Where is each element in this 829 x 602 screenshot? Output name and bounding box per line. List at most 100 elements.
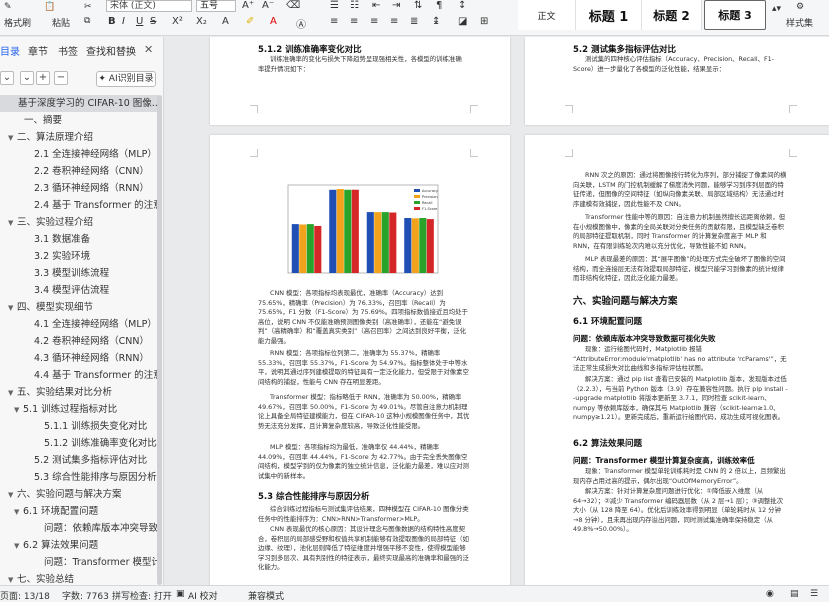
style-heading-2[interactable]: 标题 2 [642, 0, 702, 30]
toc-item[interactable]: 问题：依赖库版本冲突导致... [0, 520, 158, 537]
distribute-icon[interactable]: ≣ [410, 16, 418, 27]
toc-item[interactable]: 基于深度学习的 CIFAR-10 图像... [0, 95, 158, 112]
remove-heading-icon[interactable]: − [54, 71, 68, 85]
cut-icon[interactable]: ✂ [84, 2, 92, 12]
highlight-icon[interactable]: ✐ [246, 16, 254, 27]
chevron-down-icon[interactable]: ▼ [14, 538, 23, 554]
style-heading-3[interactable]: 标题 3 [704, 0, 766, 30]
toc-item[interactable]: 2.3 循环神经网络（RNN） [0, 180, 158, 197]
copy-icon[interactable]: ⧉ [84, 16, 90, 26]
clear-format-icon[interactable]: ⌫ [286, 0, 300, 11]
sort-icon[interactable]: ⇅ [414, 0, 422, 11]
chevron-down-icon[interactable]: ▼ [8, 487, 17, 503]
nav-scrollbar[interactable] [157, 95, 162, 585]
subscript-icon[interactable]: X₂ [196, 16, 207, 27]
close-icon[interactable]: ✕ [144, 43, 153, 56]
paste-icon[interactable]: 📋 [44, 2, 55, 12]
chevron-down-icon[interactable]: ▼ [8, 215, 17, 231]
underline-icon[interactable]: U [136, 16, 143, 27]
ai-check-button[interactable]: AI 校对 [188, 589, 218, 602]
toc-item[interactable]: ▼ 七、实验总结 [0, 571, 158, 585]
tab-find-replace[interactable]: 查找和替换 [86, 43, 136, 58]
justify-icon[interactable]: ≡ [390, 16, 398, 27]
page-view-icon[interactable]: ▤ [790, 589, 799, 599]
chevron-down-icon[interactable]: ▼ [8, 572, 17, 585]
outline-view-icon[interactable]: ☰ [810, 589, 818, 599]
chevron-down-icon[interactable]: ▼ [14, 504, 23, 520]
toc-item[interactable]: ▼ 六、实验问题与解决方案 [0, 486, 158, 503]
word-count[interactable]: 字数: 7763 [62, 589, 109, 602]
font-color-icon[interactable]: A [270, 16, 277, 27]
toc-item[interactable]: 5.3 综合性能排序与原因分析 [0, 469, 158, 486]
font-size-select[interactable]: 五号 [196, 0, 236, 12]
toc-item[interactable]: 2.2 卷积神经网络（CNN） [0, 163, 158, 180]
toc-item[interactable]: 问题：Transformer 模型计... [0, 554, 158, 571]
show-marks-icon[interactable]: ¶ [436, 0, 442, 11]
toc-item[interactable]: ▼ 四、模型实现细节 [0, 299, 158, 316]
shrink-font-icon[interactable]: A⁻ [262, 0, 274, 11]
collapse-icon[interactable]: ⌄ [0, 71, 14, 85]
toc-item[interactable]: ▼ 6.2 算法效果问题 [0, 537, 158, 554]
style-set-button[interactable]: 样式集 [786, 16, 813, 29]
toc-item[interactable]: 一、摘要 [0, 112, 158, 129]
tab-toc[interactable]: 目录 [0, 43, 20, 58]
chevron-down-icon[interactable]: ▼ [14, 402, 23, 418]
text-effect-icon[interactable]: A [222, 16, 229, 27]
eye-icon[interactable]: ◉ [766, 589, 774, 599]
font-name-select[interactable]: 宋体 (正文) [106, 0, 192, 12]
add-heading-icon[interactable]: + [36, 71, 50, 85]
document-area[interactable]: 5.1.2 训练准确率变化对比 训练准确率的变化与损失下降趋势呈现强相关性，各模… [165, 37, 829, 585]
toc-item[interactable]: 4.3 循环神经网络（RNN） [0, 350, 158, 367]
toc-item[interactable]: ▼ 五、实验结果对比分析 [0, 384, 158, 401]
increase-indent-icon[interactable]: ⇥ [392, 0, 400, 11]
align-left-icon[interactable]: ≡ [330, 16, 338, 27]
borders-icon[interactable]: ⊞ [480, 16, 488, 27]
style-set-icon[interactable]: ⚙ [796, 2, 804, 12]
para-spacing-icon[interactable]: ↕ [458, 0, 466, 11]
spell-check-toggle[interactable]: 拼写检查: 打开 [112, 589, 172, 602]
toc-item[interactable]: 4.1 全连接神经网络（MLP） [0, 316, 158, 333]
toc-item[interactable]: 4.2 卷积神经网络（CNN） [0, 333, 158, 350]
number-list-icon[interactable]: ☷ [350, 0, 359, 11]
tab-chapters[interactable]: 章节 [28, 43, 48, 58]
toc-item[interactable]: 2.1 全连接神经网络（MLP） [0, 146, 158, 163]
format-painter-icon[interactable]: ✎ [4, 2, 12, 12]
toc-item[interactable]: 3.1 数据准备 [0, 231, 158, 248]
shading-icon[interactable]: ◪ [458, 16, 467, 27]
toc-item[interactable]: ▼ 二、算法原理介绍 [0, 129, 158, 146]
line-spacing-icon[interactable]: ↨ [432, 16, 440, 27]
style-normal[interactable]: 正文 [518, 0, 576, 30]
toc-item[interactable]: 3.3 模型训练流程 [0, 265, 158, 282]
paste-button[interactable]: 粘贴 [52, 16, 70, 29]
style-heading-1[interactable]: 标题 1 [576, 0, 642, 30]
toc-item[interactable]: 5.1.2 训练准确率变化对比 [0, 435, 158, 452]
page-indicator[interactable]: 页面: 13/18 [0, 589, 50, 602]
toc-item[interactable]: ▼ 三、实验过程介绍 [0, 214, 158, 231]
chevron-down-icon[interactable]: ▼ [8, 130, 17, 146]
grow-font-icon[interactable]: A⁺ [242, 0, 254, 11]
style-scroll-icon[interactable]: ▴▾ [772, 4, 781, 14]
decrease-indent-icon[interactable]: ⇤ [372, 0, 380, 11]
tab-bookmarks[interactable]: 书签 [58, 43, 78, 58]
align-right-icon[interactable]: ≡ [370, 16, 378, 27]
italic-icon[interactable]: I [122, 16, 125, 27]
chevron-down-icon[interactable]: ⌄ [20, 71, 34, 85]
toc-item[interactable]: 3.4 模型评估流程 [0, 282, 158, 299]
bullet-list-icon[interactable]: ☰ [330, 0, 339, 11]
chevron-down-icon[interactable]: ▼ [8, 385, 17, 401]
toc-item[interactable]: ▼ 5.1 训练过程指标对比 [0, 401, 158, 418]
toc-item[interactable]: 5.1.1 训练损失变化对比 [0, 418, 158, 435]
format-painter-button[interactable]: 格式刷 [4, 16, 31, 29]
char-border-icon[interactable]: Ⓐ [296, 16, 306, 31]
superscript-icon[interactable]: X² [172, 16, 183, 27]
align-center-icon[interactable]: ≡ [350, 16, 358, 27]
chevron-down-icon[interactable]: ▼ [8, 300, 17, 316]
toc-item[interactable]: 4.4 基于 Transformer 的注意... [0, 367, 158, 384]
ai-toc-button[interactable]: ✦ AI识别目录 [96, 71, 156, 87]
toc-item[interactable]: 3.2 实验环境 [0, 248, 158, 265]
bold-icon[interactable]: B [108, 16, 116, 27]
toc-item[interactable]: 5.2 测试集多指标评估对比 [0, 452, 158, 469]
strikethrough-icon[interactable]: S [150, 16, 156, 27]
toc-item[interactable]: ▼ 6.1 环境配置问题 [0, 503, 158, 520]
toc-item[interactable]: 2.4 基于 Transformer 的注意... [0, 197, 158, 214]
